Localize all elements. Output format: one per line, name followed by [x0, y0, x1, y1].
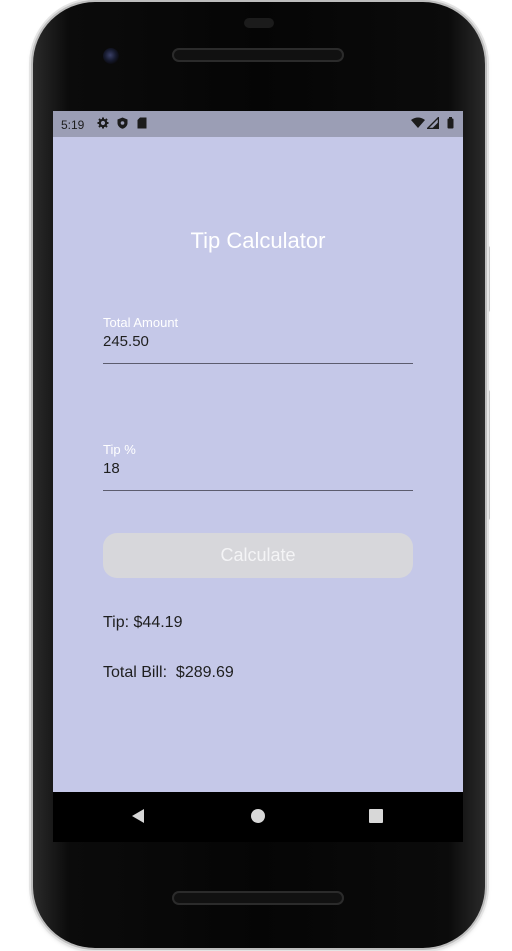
- settings-icon: [97, 117, 109, 131]
- phone-frame: 5:19 Tip Calculator Total Amount 245.50 …: [33, 2, 485, 948]
- total-amount-input[interactable]: 245.50: [103, 333, 413, 351]
- home-icon[interactable]: [251, 809, 265, 823]
- status-time: 5:19: [61, 118, 85, 132]
- wifi-icon: [411, 117, 425, 131]
- tip-percent-input[interactable]: 18: [103, 460, 413, 478]
- recents-icon[interactable]: [369, 809, 383, 823]
- tip-percent-field[interactable]: Tip % 18: [103, 442, 413, 491]
- status-bar: 5:19: [53, 111, 463, 137]
- volume-button: [485, 390, 490, 520]
- shield-icon: [117, 117, 128, 131]
- total-amount-field[interactable]: Total Amount 245.50: [103, 315, 413, 364]
- tip-percent-underline: [103, 490, 413, 491]
- power-button: [485, 246, 490, 312]
- app-content: Tip Calculator Total Amount 245.50 Tip %…: [53, 137, 463, 792]
- calculate-button[interactable]: Calculate: [103, 533, 413, 578]
- navigation-bar: [53, 792, 463, 842]
- front-camera-icon: [103, 48, 119, 64]
- tip-result: Tip: $44.19: [103, 614, 183, 631]
- total-amount-underline: [103, 363, 413, 364]
- earpiece: [244, 18, 274, 28]
- total-amount-label: Total Amount: [103, 315, 179, 330]
- app-title: Tip Calculator: [190, 228, 326, 253]
- bottom-speaker-grille: [172, 891, 344, 905]
- top-speaker-grille: [172, 48, 344, 62]
- device-screen: 5:19 Tip Calculator Total Amount 245.50 …: [53, 111, 463, 842]
- signal-icon: [425, 115, 440, 131]
- sd-card-icon: [137, 117, 147, 131]
- total-bill-result: Total Bill: $289.69: [103, 664, 234, 681]
- back-icon[interactable]: [132, 809, 144, 823]
- tip-percent-label: Tip %: [103, 442, 136, 457]
- battery-icon: [447, 117, 454, 131]
